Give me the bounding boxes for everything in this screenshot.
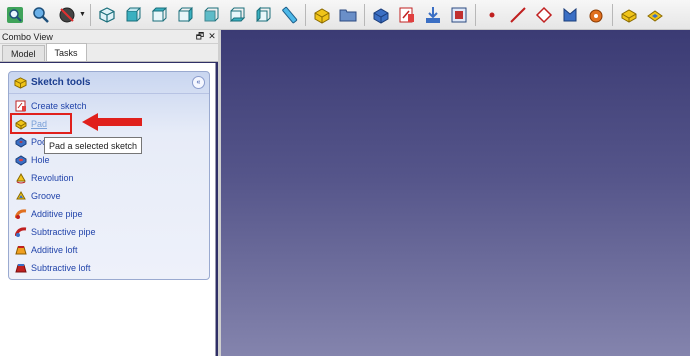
toolbar-divider	[475, 3, 476, 26]
chevron-down-icon[interactable]: ▼	[79, 4, 86, 26]
task-panel: Sketch tools « Create sketch Pad Pocket	[0, 63, 216, 356]
tool-additive-loft[interactable]: Additive loft	[9, 241, 209, 259]
bottom-view-icon[interactable]	[226, 4, 248, 26]
datum-point-icon[interactable]	[481, 4, 503, 26]
hole-icon	[15, 155, 27, 166]
group-folder-icon[interactable]	[337, 4, 359, 26]
fit-all-icon[interactable]	[4, 4, 26, 26]
combo-view-panel: Combo View 🗗 ✕ Model Tasks Sketch tools …	[0, 30, 218, 356]
subtractive-pipe-icon	[15, 227, 27, 237]
collapse-icon[interactable]: «	[192, 76, 205, 89]
shape-binder-icon[interactable]	[448, 4, 470, 26]
sketch-tools-title: Sketch tools	[31, 77, 91, 88]
tool-label: Additive loft	[31, 245, 78, 255]
pad-toolbar-icon[interactable]	[618, 4, 640, 26]
float-panel-icon[interactable]: 🗗	[194, 29, 206, 45]
part-icon[interactable]	[311, 4, 333, 26]
pad-highlight-box	[10, 113, 72, 134]
sketch-tools-box: Sketch tools « Create sketch Pad Pocket	[8, 71, 210, 280]
clone-icon[interactable]	[585, 4, 607, 26]
close-icon[interactable]: ✕	[206, 31, 218, 42]
tool-label: Additive pipe	[31, 209, 83, 219]
combo-view-tabs: Model Tasks	[0, 43, 218, 62]
toolbar-divider	[90, 3, 91, 26]
revolution-icon	[16, 172, 26, 184]
right-view-icon[interactable]	[174, 4, 196, 26]
tool-subtractive-pipe[interactable]: Subtractive pipe	[9, 223, 209, 241]
pocket-icon	[15, 137, 27, 148]
top-view-icon[interactable]	[148, 4, 170, 26]
tool-label: Subtractive loft	[31, 263, 91, 273]
isometric-view-icon[interactable]	[96, 4, 118, 26]
rear-view-icon[interactable]	[200, 4, 222, 26]
body-icon[interactable]	[370, 4, 392, 26]
tab-tasks[interactable]: Tasks	[45, 43, 87, 61]
tool-groove[interactable]: Groove	[9, 187, 209, 205]
main-toolbar: ▼	[0, 0, 690, 30]
datum-line-icon[interactable]	[507, 4, 529, 26]
tool-subtractive-loft[interactable]: Subtractive loft	[9, 259, 209, 277]
tool-label: Subtractive pipe	[31, 227, 96, 237]
tool-label: Revolution	[31, 173, 74, 183]
additive-pipe-icon	[15, 209, 27, 219]
red-arrow-icon	[82, 113, 142, 131]
datum-plane-icon[interactable]	[533, 4, 555, 26]
create-sketch-icon	[15, 100, 26, 112]
sketch-tools-header[interactable]: Sketch tools «	[9, 72, 209, 94]
combo-view-titlebar: Combo View 🗗 ✕	[0, 30, 218, 44]
subtractive-loft-icon	[15, 264, 27, 273]
tool-additive-pipe[interactable]: Additive pipe	[9, 205, 209, 223]
tool-label: Hole	[31, 155, 50, 165]
tool-revolution[interactable]: Revolution	[9, 169, 209, 187]
fit-selection-icon[interactable]	[30, 4, 52, 26]
local-coordinate-icon[interactable]	[559, 4, 581, 26]
tool-label: Create sketch	[31, 101, 87, 111]
additive-loft-icon	[15, 246, 27, 255]
groove-icon	[16, 190, 26, 200]
front-view-icon[interactable]	[122, 4, 144, 26]
toolbar-divider	[364, 3, 365, 26]
combo-view-title: Combo View	[2, 31, 53, 42]
left-view-icon[interactable]	[252, 4, 274, 26]
part-design-icon	[14, 77, 27, 89]
pad-tooltip: Pad a selected sketch	[44, 137, 143, 154]
pocket-toolbar-icon[interactable]	[644, 4, 666, 26]
tool-label: Groove	[31, 191, 61, 201]
draw-style-icon[interactable]	[56, 4, 78, 26]
toolbar-divider	[612, 3, 613, 26]
tab-model[interactable]: Model	[2, 45, 45, 61]
toolbar-divider	[305, 3, 306, 26]
sketch-icon[interactable]	[396, 4, 418, 26]
import-icon[interactable]	[422, 4, 444, 26]
measure-icon[interactable]	[278, 4, 300, 26]
3d-view-canvas[interactable]	[218, 30, 690, 356]
